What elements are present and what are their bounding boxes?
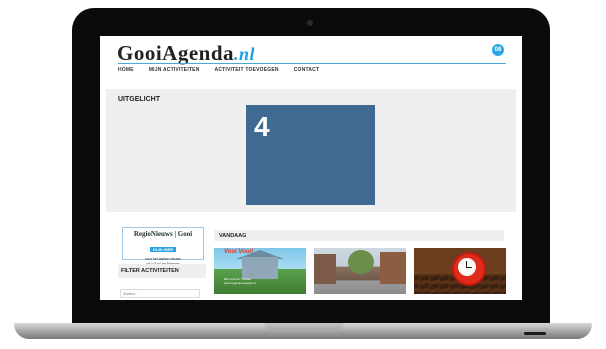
menu-toggle-button[interactable]: 08 [492, 44, 504, 56]
filter-title: FILTER ACTIVITEITEN [121, 268, 179, 274]
ad-button[interactable]: KLIK HIER [150, 247, 176, 252]
filter-header: FILTER ACTIVITEITEN [118, 264, 206, 278]
search-input[interactable] [120, 289, 200, 298]
activity-thumb-3[interactable] [414, 248, 506, 294]
logo-tld: .nl [234, 44, 256, 64]
featured-card[interactable]: 4 [246, 105, 375, 205]
activity-thumb-2[interactable] [314, 248, 406, 294]
today-title: VANDAAG [219, 233, 247, 239]
house-illustration [242, 257, 278, 279]
ad-title: RegioNieuws | Gooi [133, 230, 193, 238]
nav-item-add-activity[interactable]: ACTIVITEIT TOEVOEGEN [215, 67, 279, 73]
nav-item-my-activities[interactable]: MIJN ACTIVITEITEN [149, 67, 200, 73]
header-divider [118, 63, 506, 64]
building-left [314, 254, 336, 284]
thumb-1-caption: Ben Cramer Theater www.regionieuwsgooi.n… [224, 277, 257, 285]
camera-icon [307, 20, 313, 26]
tree-shape [348, 250, 374, 274]
thumb-1-caption-2: www.regionieuwsgooi.nl [224, 280, 257, 285]
featured-card-number: 4 [254, 111, 270, 142]
laptop-screen: GooiAgenda.nl 08 HOME MIJN ACTIVITEITEN … [100, 36, 522, 300]
regionieuws-ad[interactable]: RegioNieuws | Gooi KLIK HIER voor het la… [122, 227, 204, 266]
main-nav: HOME MIJN ACTIVITEITEN ACTIVITEIT TOEVOE… [118, 67, 319, 73]
activity-thumb-1[interactable]: Vooi Vooi! Ben Cramer Theater www.region… [214, 248, 306, 294]
today-header: VANDAAG [214, 230, 504, 241]
nav-item-home[interactable]: HOME [118, 67, 134, 73]
laptop-notch [264, 323, 344, 330]
building-right [380, 252, 406, 284]
featured-section: UITGELICHT 4 [106, 89, 516, 212]
logo-main: Gooi [117, 41, 163, 65]
featured-title: UITGELICHT [118, 96, 160, 103]
clock-hand-hour [466, 267, 472, 268]
ad-text-1: voor het laatste nieuws [145, 257, 181, 261]
nav-item-contact[interactable]: CONTACT [294, 67, 319, 73]
logo-second: Agenda [162, 41, 235, 65]
laptop-base-slot [524, 332, 546, 335]
